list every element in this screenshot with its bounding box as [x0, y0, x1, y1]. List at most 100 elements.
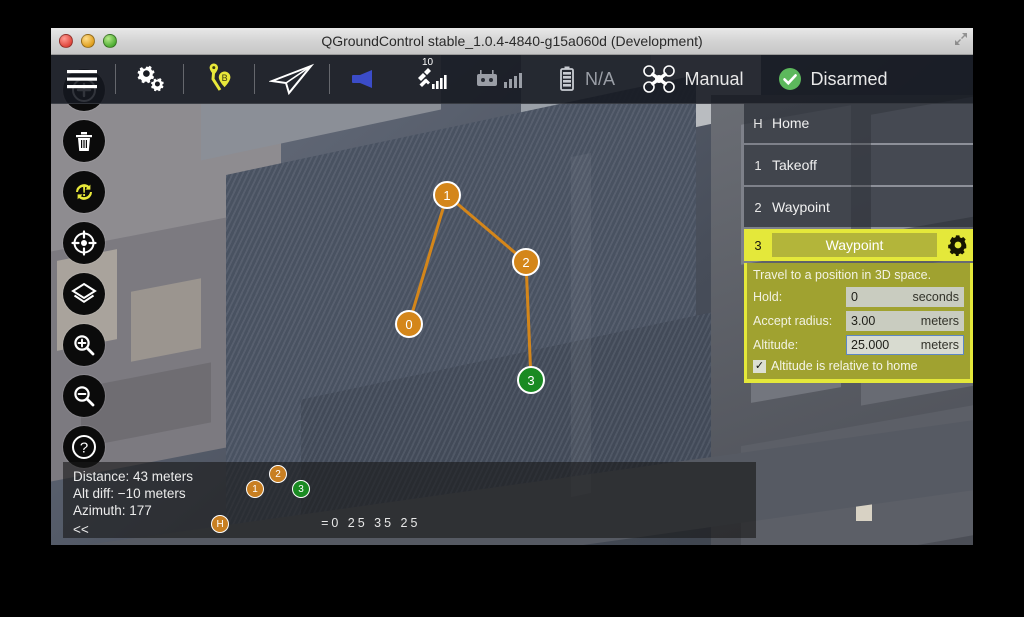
- close-button[interactable]: [59, 34, 73, 48]
- quadcopter-icon: [642, 64, 676, 94]
- mission-item-takeoff-1[interactable]: 1Takeoff: [744, 145, 973, 185]
- armed-status-label: Disarmed: [810, 69, 887, 90]
- gps-indicator[interactable]: 10: [400, 55, 466, 103]
- altitude-profile-marker-label: 1: [252, 484, 258, 495]
- mission-item-home-H[interactable]: HHome: [744, 103, 973, 143]
- collapse-panel-button[interactable]: <<: [73, 522, 193, 537]
- mission-item-settings-button[interactable]: [943, 234, 973, 256]
- waypoint-field-input[interactable]: 0seconds: [846, 287, 964, 307]
- window-controls: [51, 34, 117, 48]
- minimize-button[interactable]: [81, 34, 95, 48]
- paper-plane-icon: [269, 62, 315, 96]
- mission-item-waypoint-2[interactable]: 2Waypoint: [744, 187, 973, 227]
- rc-transmitter-icon: [474, 66, 536, 92]
- resize-grip-icon[interactable]: [953, 31, 969, 47]
- toolbar-separator: [115, 64, 116, 94]
- megaphone-icon: [350, 67, 380, 91]
- mission-item-label: Home: [772, 115, 973, 131]
- question-circle-icon: ?: [71, 434, 97, 460]
- window-title: QGroundControl stable_1.0.4-4840-g15a060…: [51, 33, 973, 49]
- gears-icon: [133, 64, 167, 94]
- screenshot-root: QGroundControl stable_1.0.4-4840-g15a060…: [0, 0, 1024, 617]
- waypoint-field-input[interactable]: 3.00meters: [846, 311, 964, 331]
- indicator-group: 10: [400, 55, 908, 103]
- map-view[interactable]: 0 1 2 3: [51, 55, 973, 545]
- mission-item-number: 2: [744, 200, 772, 215]
- status-azimuth: Azimuth: 177: [73, 502, 193, 519]
- plan-button[interactable]: B: [186, 55, 252, 103]
- zoom-in-button[interactable]: [63, 324, 105, 366]
- map-waypoint-label: 3: [527, 373, 534, 388]
- waypoint-field-label: Accept radius:: [753, 314, 846, 328]
- armed-status-indicator[interactable]: Disarmed: [758, 55, 908, 103]
- altitude-profile: =0 25 35 25 H 1 2 3: [193, 462, 756, 538]
- status-alt-diff: Alt diff: −10 meters: [73, 485, 193, 502]
- altitude-profile-marker-label: 3: [298, 484, 304, 495]
- waypoint-field-value: 0: [851, 290, 912, 304]
- vehicle-mode-label: Manual: [684, 69, 743, 90]
- battery-value: N/A: [585, 69, 615, 90]
- altitude-profile-marker-2: 2: [269, 465, 287, 483]
- waypoint-field-unit: seconds: [912, 290, 959, 304]
- waypoint-field-value: 25.000: [851, 338, 921, 352]
- mission-item-number: H: [744, 116, 772, 131]
- checkbox-altitude-relative-label: Altitude is relative to home: [771, 359, 918, 373]
- status-text-block: Distance: 43 meters Alt diff: −10 meters…: [63, 462, 193, 538]
- map-layers-button[interactable]: [63, 273, 105, 315]
- plan-waypoints-icon: B: [200, 62, 238, 96]
- trash-icon: [73, 129, 95, 153]
- mission-item-number: 1: [744, 158, 772, 173]
- altitude-profile-labels: =0 25 35 25: [321, 516, 420, 530]
- map-waypoint-1[interactable]: 1: [433, 181, 461, 209]
- waypoint-field-unit: meters: [921, 314, 959, 328]
- gps-satellite-count: 10: [422, 57, 433, 68]
- map-waypoint-2[interactable]: 2: [512, 248, 540, 276]
- altitude-profile-marker-label: 2: [275, 469, 281, 480]
- sync-mission-button[interactable]: [63, 171, 105, 213]
- zoom-out-button[interactable]: [63, 375, 105, 417]
- altitude-profile-marker-1: 1: [246, 480, 264, 498]
- svg-text:?: ?: [80, 440, 88, 457]
- map-waypoint-label: 0: [405, 317, 412, 332]
- waypoint-field-value: 3.00: [851, 314, 921, 328]
- altitude-profile-marker-H: H: [211, 515, 229, 533]
- main-toolbar: B: [51, 55, 973, 104]
- settings-button[interactable]: [118, 55, 181, 103]
- menu-button[interactable]: [51, 55, 113, 103]
- magnifier-plus-icon: [72, 333, 96, 357]
- rc-indicator[interactable]: [466, 55, 544, 103]
- hamburger-menu-icon: [65, 67, 99, 91]
- status-distance: Distance: 43 meters: [73, 468, 193, 485]
- check-circle-icon: [778, 67, 802, 91]
- gear-icon: [947, 234, 969, 256]
- alert-button[interactable]: [338, 55, 392, 103]
- altitude-relative-checkbox-row[interactable]: ✓ Altitude is relative to home: [753, 359, 964, 373]
- map-waypoint-3[interactable]: 3: [517, 366, 545, 394]
- crosshair-icon: [71, 230, 97, 256]
- waypoint-field-label: Hold:: [753, 290, 846, 304]
- window-titlebar: QGroundControl stable_1.0.4-4840-g15a060…: [51, 28, 973, 55]
- fly-button[interactable]: [257, 55, 327, 103]
- battery-indicator[interactable]: N/A: [544, 55, 628, 103]
- vehicle-mode-indicator[interactable]: Manual: [628, 55, 758, 103]
- waypoint-field-label: Altitude:: [753, 338, 846, 352]
- mission-item-label: Waypoint: [772, 199, 973, 215]
- waypoint-field-row: Altitude:25.000meters: [753, 335, 964, 355]
- battery-icon: [557, 65, 577, 93]
- center-map-button[interactable]: [63, 222, 105, 264]
- waypoint-detail-card: Travel to a position in 3D space.Hold:0s…: [744, 263, 973, 383]
- mission-item-waypoint-3[interactable]: 3Waypoint: [744, 229, 973, 261]
- delete-waypoint-button[interactable]: [63, 120, 105, 162]
- toolbar-separator: [183, 64, 184, 94]
- mission-item-number: 3: [744, 238, 772, 253]
- mission-status-panel: Distance: 43 meters Alt diff: −10 meters…: [63, 462, 756, 538]
- waypoint-field-input[interactable]: 25.000meters: [846, 335, 964, 355]
- waypoint-field-unit: meters: [921, 338, 959, 352]
- zoom-button[interactable]: [103, 34, 117, 48]
- map-waypoint-0[interactable]: 0: [395, 310, 423, 338]
- map-waypoint-label: 2: [522, 255, 529, 270]
- map-waypoint-label: 1: [443, 188, 450, 203]
- altitude-profile-marker-3: 3: [292, 480, 310, 498]
- toolbar-separator: [329, 64, 330, 94]
- checkbox-altitude-relative[interactable]: ✓: [753, 360, 766, 373]
